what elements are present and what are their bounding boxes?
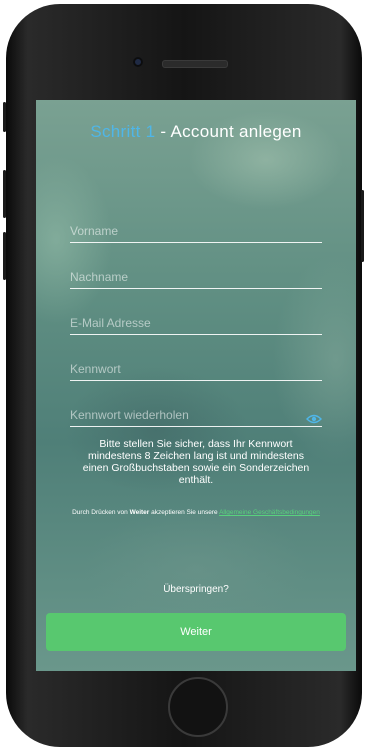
next-button[interactable]: Weiter bbox=[46, 613, 346, 651]
password-repeat-field[interactable]: Kennwort wiederholen bbox=[70, 402, 322, 427]
eye-icon[interactable] bbox=[306, 411, 322, 424]
terms-middle: akzeptieren Sie unsere bbox=[149, 509, 220, 516]
mute-switch bbox=[3, 102, 6, 132]
password-placeholder: Kennwort bbox=[70, 362, 121, 376]
terms-prefix: Durch Drücken von bbox=[72, 509, 130, 516]
first-name-field[interactable]: Vorname bbox=[70, 218, 322, 243]
next-button-label: Weiter bbox=[180, 626, 212, 638]
power-button bbox=[361, 190, 364, 262]
front-camera bbox=[133, 57, 143, 67]
volume-up-button bbox=[3, 170, 6, 218]
page-title: Schritt 1 - Account anlegen bbox=[36, 122, 356, 142]
home-button[interactable] bbox=[168, 677, 228, 737]
password-hint: Bitte stellen Sie sicher, dass Ihr Kennw… bbox=[82, 438, 310, 486]
last-name-field[interactable]: Nachname bbox=[70, 264, 322, 289]
first-name-placeholder: Vorname bbox=[70, 224, 119, 238]
password-field[interactable]: Kennwort bbox=[70, 356, 322, 381]
last-name-placeholder: Nachname bbox=[70, 270, 129, 284]
email-placeholder: E-Mail Adresse bbox=[70, 316, 151, 330]
terms-notice: Durch Drücken von Weiter akzeptieren Sie… bbox=[62, 508, 330, 517]
volume-down-button bbox=[3, 232, 6, 280]
earpiece-speaker bbox=[162, 60, 228, 68]
terms-link[interactable]: Allgemeine Geschäftsbedingungen bbox=[219, 509, 320, 516]
password-repeat-placeholder: Kennwort wiederholen bbox=[70, 408, 189, 422]
step-label: Schritt 1 bbox=[90, 122, 156, 141]
skip-link[interactable]: Überspringen? bbox=[36, 584, 356, 595]
terms-bold: Weiter bbox=[129, 509, 150, 516]
email-field[interactable]: E-Mail Adresse bbox=[70, 310, 322, 335]
app-screen: Schritt 1 - Account anlegen Vorname Nach… bbox=[36, 100, 356, 671]
phone-frame: Schritt 1 - Account anlegen Vorname Nach… bbox=[6, 4, 362, 747]
title-text: - Account anlegen bbox=[155, 122, 302, 141]
